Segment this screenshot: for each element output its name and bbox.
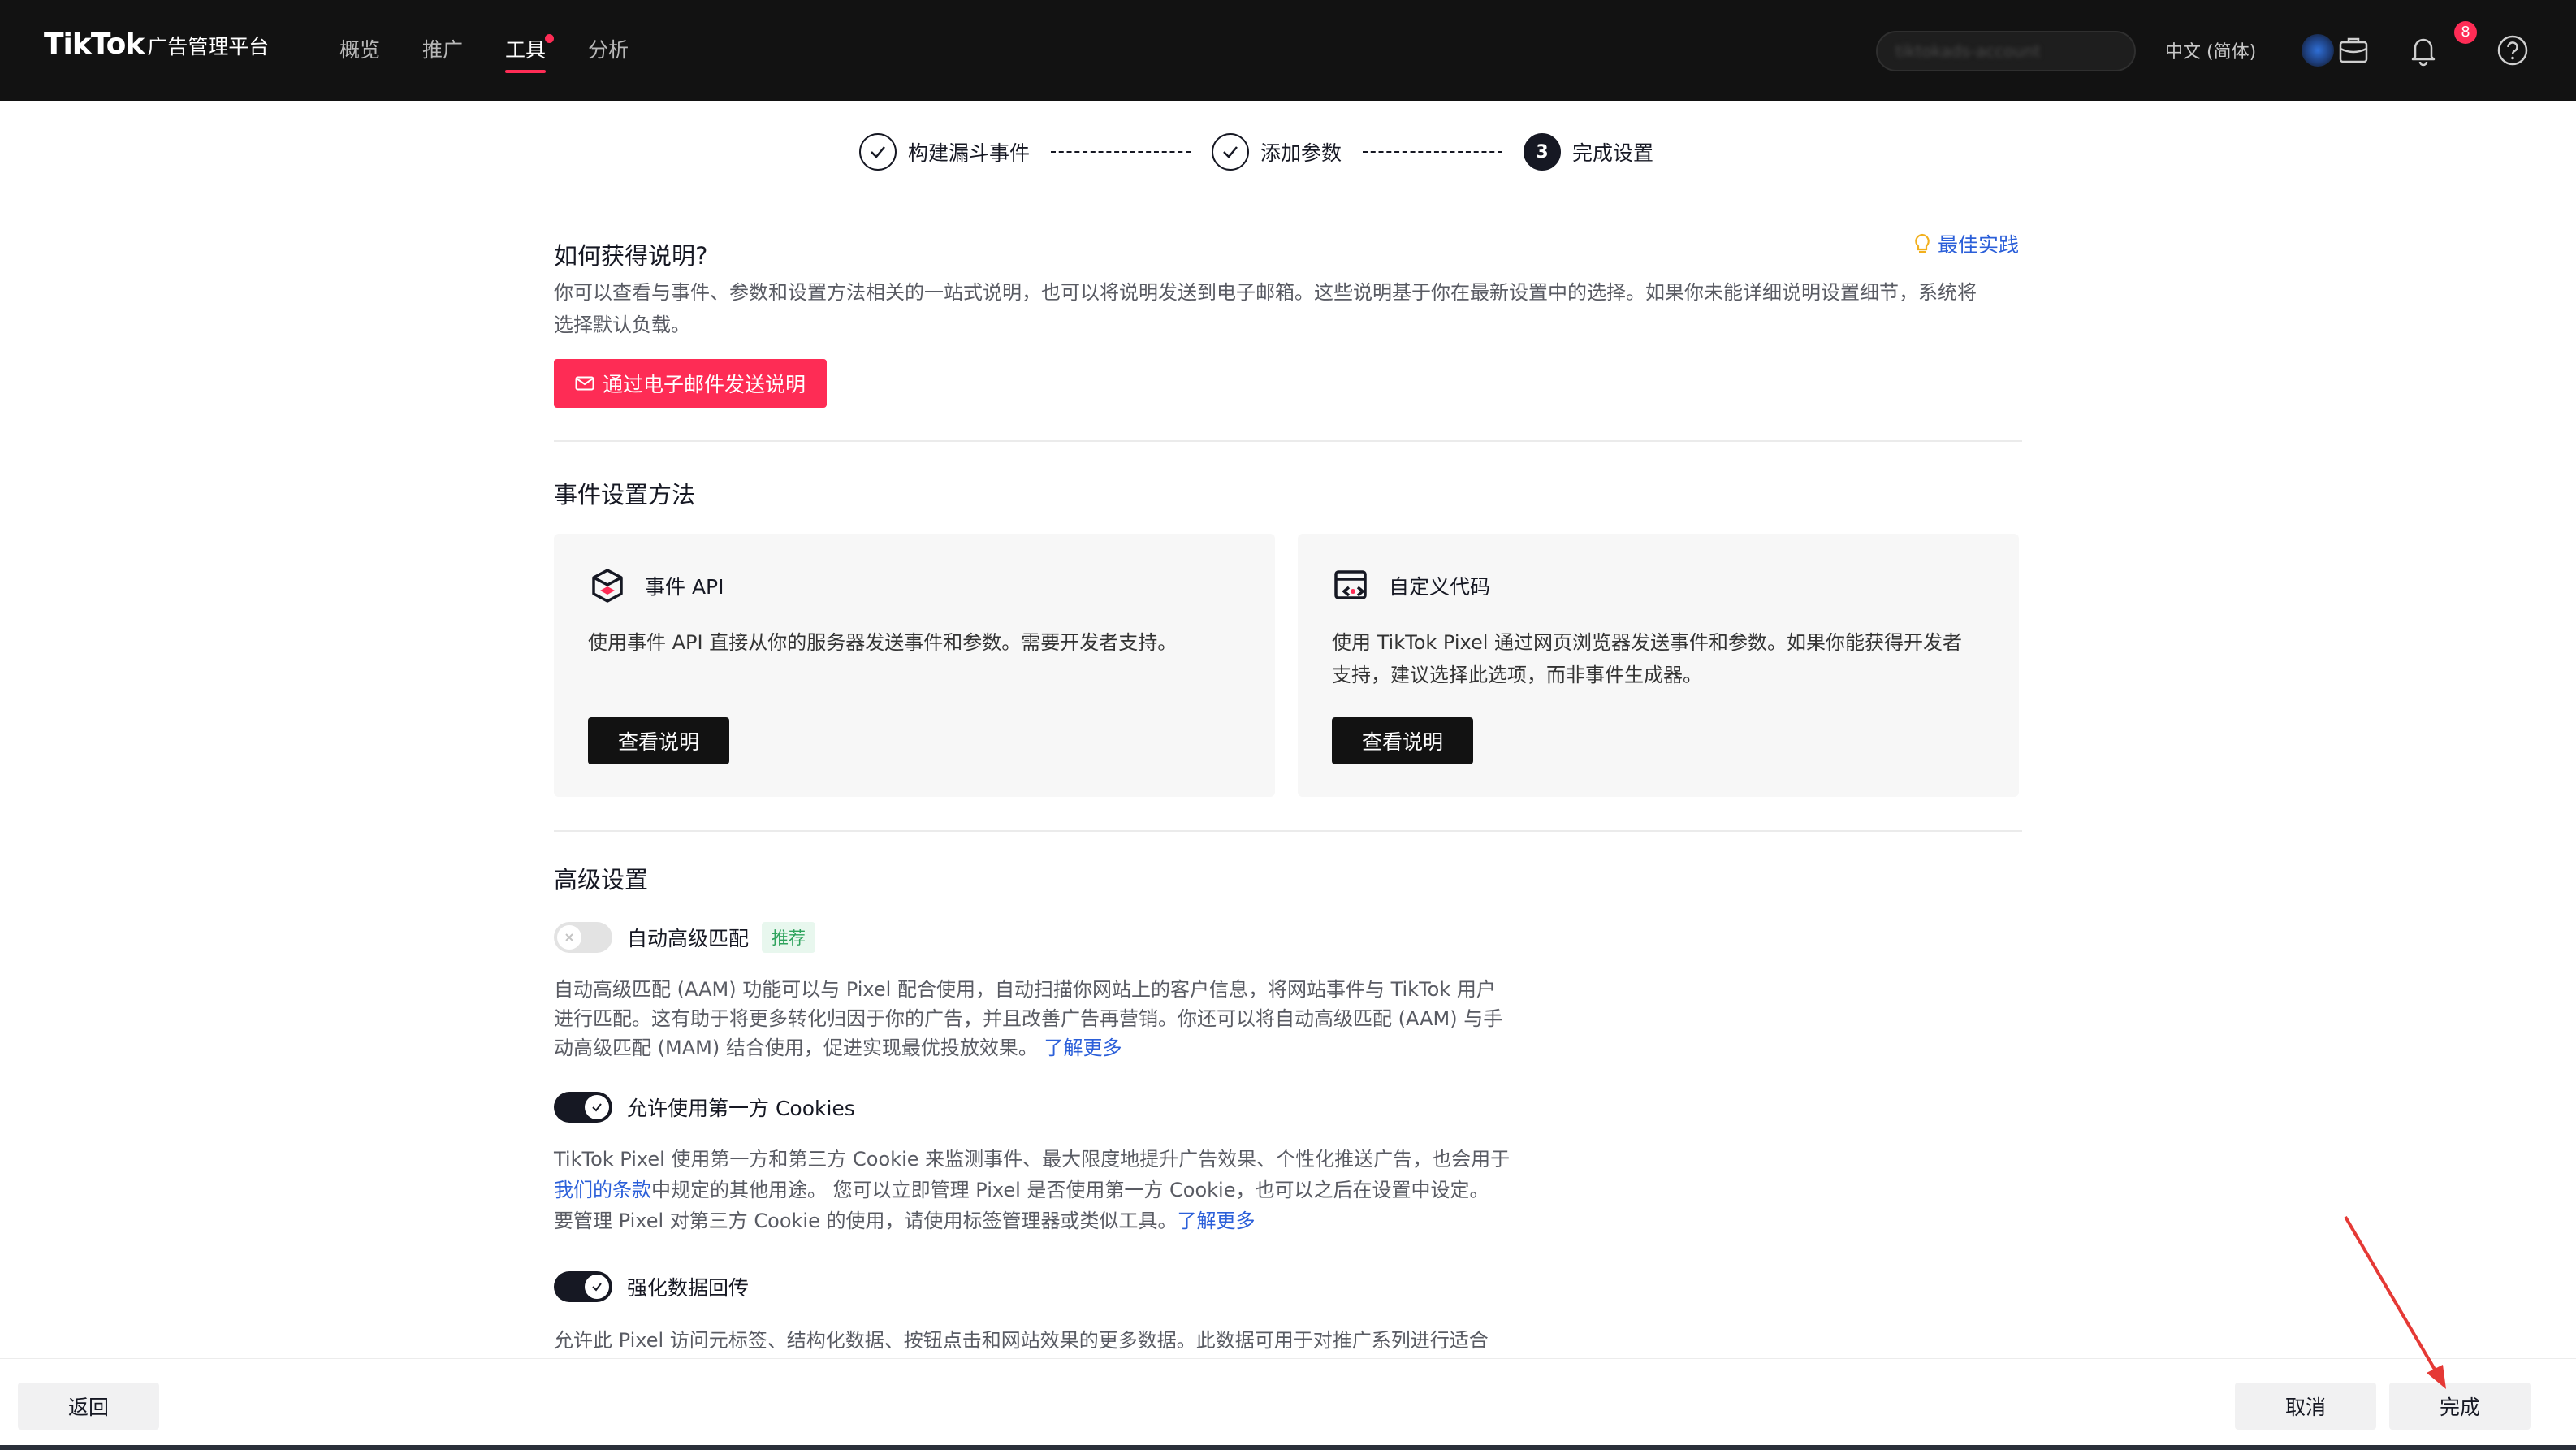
step-connector [1051,151,1191,153]
notification-badge: 8 [2454,21,2477,44]
cookies-desc: TikTok Pixel 使用第一方和第三方 Cookie 来监测事件、最大限度… [554,1144,1528,1236]
toggle-knob [585,1275,609,1299]
step-add-params: 添加参数 [1212,133,1342,171]
view-instructions-button-api[interactable]: 查看说明 [588,717,729,764]
account-selector[interactable]: tiktokads-account [1876,31,2136,71]
cookies-toggle[interactable] [554,1092,612,1123]
cookies-row: 允许使用第一方 Cookies [554,1092,855,1123]
lightbulb-icon [1915,233,1930,253]
enhanced-toggle[interactable] [554,1271,612,1302]
aam-desc-line: 进行匹配。这有助于将更多转化归因于你的广告，并且改善广告再营销。你还可以将自动高… [554,1007,1503,1030]
enhanced-desc: 允许此 Pixel 访问元标签、结构化数据、按钮点击和网站效果的更多数据。此数据… [554,1329,1489,1352]
cookies-learn-more-link[interactable]: 了解更多 [1177,1210,1255,1232]
nav-campaign[interactable]: 推广 [422,0,463,101]
x-icon [565,933,573,941]
step-label: 构建漏斗事件 [908,141,1031,165]
nav-tools-label: 工具 [505,38,547,62]
method-head: 事件 API [588,566,724,605]
view-instructions-button-code[interactable]: 查看说明 [1332,717,1473,764]
email-instructions-button[interactable]: 通过电子邮件发送说明 [554,359,827,408]
instructions-desc-line: 你可以查看与事件、参数和设置方法相关的一站式说明，也可以将说明发送到电子邮箱。这… [554,281,1977,304]
email-button-label: 通过电子邮件发送说明 [602,373,806,396]
advanced-title: 高级设置 [554,866,649,894]
instructions-desc-line: 选择默认负载。 [554,314,690,336]
toggle-knob [585,1095,609,1119]
avatar[interactable] [2302,34,2334,67]
recommended-tag: 推荐 [762,922,816,953]
aam-desc: 自动高级匹配 (AAM) 功能可以与 Pixel 配合使用，自动扫描你网站上的客… [554,975,1528,1063]
aam-desc-text: 动高级匹配 (MAM) 结合使用，促进实现最优投放效果。 [554,1037,1038,1059]
logo-sub-text: 广告管理平台 [147,35,270,58]
cube-api-icon [592,569,623,603]
method-card-custom-code: 自定义代码 使用 TikTok Pixel 通过网页浏览器发送事件和参数。如果你… [1298,534,2019,797]
step-finish-setup: 3 完成设置 [1524,133,1653,171]
nav-analytics[interactable]: 分析 [588,0,629,101]
step-number: 3 [1524,133,1562,171]
footer-bar [0,1358,2576,1450]
method-head: 自定义代码 [1332,566,1490,605]
aam-row: 自动高级匹配 推荐 [554,922,816,953]
instructions-desc: 你可以查看与事件、参数和设置方法相关的一站式说明，也可以将说明发送到电子邮箱。这… [554,276,2032,341]
mail-icon [575,376,594,391]
method-desc: 使用 TikTok Pixel 通过网页浏览器发送事件和参数。如果你能获得开发者… [1332,631,1963,686]
nav-overview[interactable]: 概览 [339,0,380,101]
cookies-desc-line: TikTok Pixel 使用第一方和第三方 Cookie 来监测事件、最大限度… [554,1148,1511,1171]
toggle-knob [557,925,581,950]
cookies-label: 允许使用第一方 Cookies [627,1097,855,1120]
back-button[interactable]: 返回 [18,1383,159,1430]
aam-label: 自动高级匹配 [627,927,750,950]
setup-stepper: 构建漏斗事件 添加参数 3 完成设置 [859,132,1653,172]
method-desc: 使用事件 API 直接从你的服务器发送事件和参数。需要开发者支持。 [588,631,1178,654]
section-divider [554,830,2022,832]
aam-desc-line: 自动高级匹配 (AAM) 功能可以与 Pixel 配合使用，自动扫描你网站上的客… [554,978,1496,1001]
best-practice-label: 最佳实践 [1938,233,2020,257]
step-connector [1363,151,1503,153]
briefcase-icon[interactable] [2336,32,2371,68]
nav-tools[interactable]: 工具 [505,0,555,101]
cookies-desc-line: 我们的条款中规定的其他用途。 您可以立即管理 Pixel 是否使用第一方 Coo… [554,1175,1528,1205]
logo-main-text: TikTok [44,28,145,61]
cookies-desc-text: 要管理 Pixel 对第三方 Cookie 的使用，请使用标签管理器或类似工具。 [554,1210,1178,1232]
step-done-icon [1212,133,1250,171]
step-done-icon [859,133,897,171]
terms-link[interactable]: 我们的条款 [554,1179,651,1201]
code-window-icon [1334,570,1367,599]
top-nav-bar: TikTok 广告管理平台 概览 推广 工具 分析 tiktokads-acco… [0,0,2576,101]
best-practice-link[interactable]: 最佳实践 [1913,229,2019,258]
main-nav: 概览 推广 工具 分析 [339,0,671,101]
check-icon [592,1103,602,1112]
methods-title: 事件设置方法 [554,481,696,509]
cookies-desc-line: 要管理 Pixel 对第三方 Cookie 的使用，请使用标签管理器或类似工具。… [554,1205,1528,1236]
section-divider [554,440,2022,442]
done-button[interactable]: 完成 [2389,1383,2531,1430]
aam-desc-line: 动高级匹配 (MAM) 结合使用，促进实现最优投放效果。 了解更多 [554,1033,1528,1063]
step-label: 完成设置 [1572,141,1654,165]
footer-edge [0,1445,2576,1450]
aam-toggle[interactable] [554,922,612,953]
cookies-desc-text: 中规定的其他用途。 您可以立即管理 Pixel 是否使用第一方 Cookie，也… [651,1179,1489,1201]
enhanced-label: 强化数据回传 [627,1276,750,1300]
step-build-funnel: 构建漏斗事件 [859,133,1030,171]
instructions-title: 如何获得说明? [554,242,708,270]
nav-tools-dot [545,34,555,43]
aam-learn-more-link[interactable]: 了解更多 [1044,1037,1122,1059]
method-name: 事件 API [645,575,724,599]
setup-card: 如何获得说明? 最佳实践 你可以查看与事件、参数和设置方法相关的一站式说明，也可… [520,205,2056,1358]
language-selector[interactable]: 中文 (简体) [2165,37,2256,63]
method-name: 自定义代码 [1389,575,1491,599]
enhanced-row: 强化数据回传 [554,1271,749,1302]
check-icon [592,1283,602,1292]
step-label: 添加参数 [1260,141,1342,165]
cancel-button[interactable]: 取消 [2235,1383,2376,1430]
account-name: tiktokads-account [1895,41,2041,61]
method-card-events-api: 事件 API 使用事件 API 直接从你的服务器发送事件和参数。需要开发者支持。… [554,534,1275,797]
tiktok-ads-logo[interactable]: TikTok 广告管理平台 [44,28,269,61]
help-icon[interactable] [2495,32,2531,68]
bell-icon[interactable] [2405,32,2441,68]
